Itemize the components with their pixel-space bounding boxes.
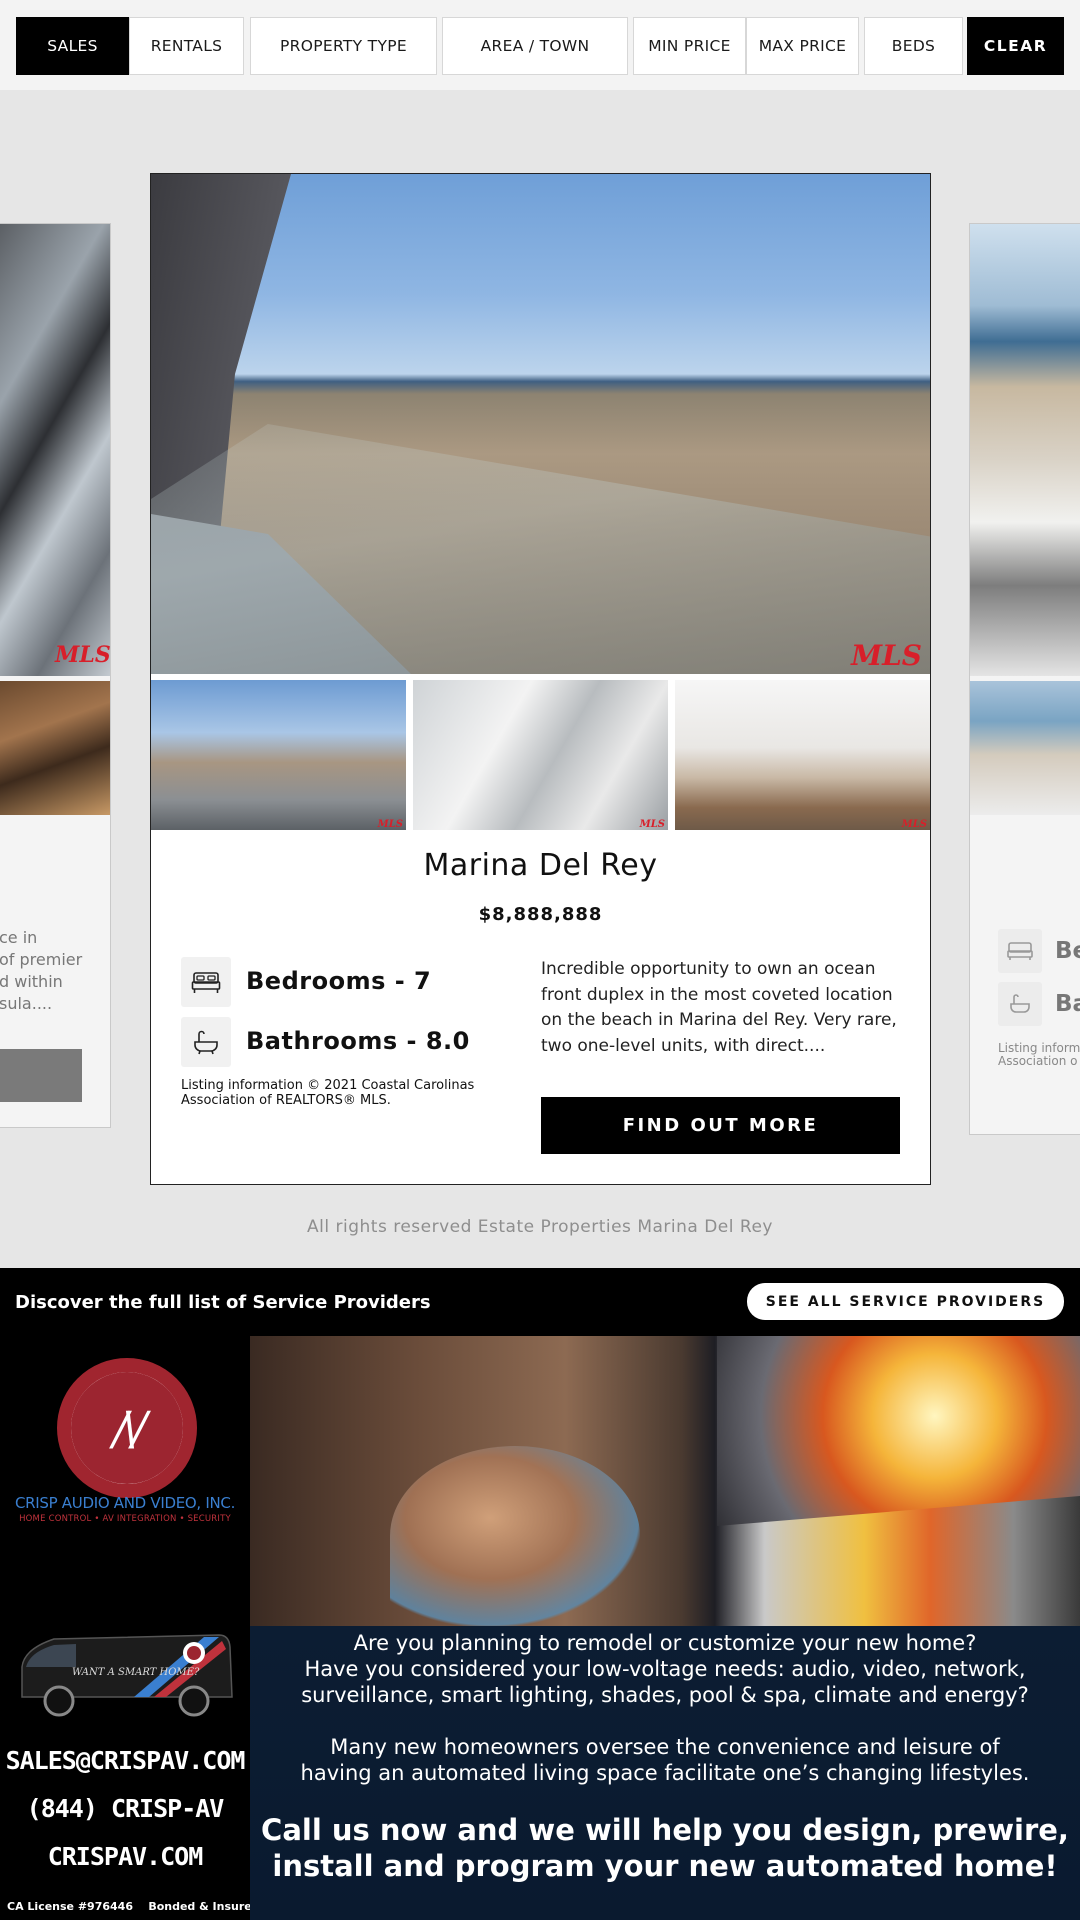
- previous-listing-description-line: d within: [0, 972, 63, 991]
- license-info: CA License #976446 Bonded & Insured: [7, 1900, 260, 1913]
- next-listing-disclaimer: Association o: [998, 1054, 1078, 1068]
- next-listing-thumbnail: [970, 681, 1080, 815]
- license-number: CA License #976446: [7, 1900, 133, 1913]
- filter-max-price-dropdown[interactable]: MAX PRICE: [746, 17, 859, 75]
- previous-listing-description-line: of premier: [0, 950, 83, 969]
- previous-listing-photo: [0, 224, 110, 676]
- bathtub-icon: [998, 982, 1042, 1026]
- listing-card: MLS MLS MLS MLS Marina Del Rey $8,888,88…: [150, 173, 931, 1185]
- previous-listing-card[interactable]: MLS ce in of premier d within sula....: [0, 223, 111, 1128]
- listing-disclaimer: Listing information © 2021 Coastal Carol…: [181, 1078, 475, 1108]
- ad-family-photo: [390, 1446, 640, 1626]
- mls-watermark: MLS: [639, 819, 665, 830]
- mls-watermark: MLS: [55, 642, 111, 668]
- bed-icon: [998, 929, 1042, 973]
- filter-bar: SALES RENTALS PROPERTY TYPE AREA / TOWN …: [0, 0, 1080, 90]
- listing-title: Marina Del Rey: [423, 848, 658, 883]
- company-name: CRISP AUDIO AND VIDEO, INC.: [14, 1494, 236, 1512]
- service-providers-text: Discover the full list of Service Provid…: [15, 1292, 431, 1313]
- ad-copy-line: Are you planning to remodel or customize…: [353, 1631, 977, 1655]
- listing-description: Incredible opportunity to own an ocean f…: [541, 959, 897, 1056]
- service-providers-bar: Discover the full list of Service Provid…: [0, 1268, 1080, 1336]
- listing-price: $8,888,888: [478, 904, 603, 925]
- find-out-more-button[interactable]: FIND OUT MORE: [541, 1097, 900, 1154]
- see-all-service-providers-button[interactable]: SEE ALL SERVICE PROVIDERS: [747, 1283, 1064, 1320]
- contact-website[interactable]: CRISPAV.COM: [0, 1842, 250, 1871]
- next-listing-bathrooms: Ba: [1055, 991, 1080, 1017]
- contact-phone[interactable]: (844) CRISP-AV: [0, 1794, 250, 1823]
- filter-property-type-dropdown[interactable]: PROPERTY TYPE: [250, 17, 437, 75]
- filter-area-town-dropdown[interactable]: AREA / TOWN: [442, 17, 628, 75]
- listing-bathrooms: Bathrooms - 8.0: [246, 1027, 470, 1055]
- previous-listing-description-line: sula....: [0, 994, 53, 1013]
- van-icon: WANT A SMART HOME?: [21, 1634, 233, 1717]
- mls-watermark: MLS: [377, 819, 403, 830]
- filter-rentals-button[interactable]: RENTALS: [129, 17, 244, 75]
- ad-copy-line: Many new homeowners oversee the convenie…: [330, 1735, 1000, 1759]
- copyright-text: All rights reserved Estate Properties Ma…: [307, 1217, 773, 1237]
- filter-beds-dropdown[interactable]: BEDS: [864, 17, 963, 75]
- listing-hero-photo[interactable]: MLS: [151, 174, 930, 674]
- mls-watermark: MLS: [901, 819, 927, 830]
- next-listing-card[interactable]: Be Ba Listing inform Association o: [969, 223, 1080, 1135]
- bonded-insured: Bonded & Insured: [148, 1900, 260, 1913]
- next-listing-disclaimer: Listing inform: [998, 1041, 1080, 1055]
- listing-thumbnail[interactable]: MLS: [675, 680, 930, 830]
- photo-glass-railing: [151, 424, 930, 674]
- mls-watermark: MLS: [851, 639, 922, 672]
- ad-copy-line: surveillance, smart lighting, shades, po…: [301, 1683, 1029, 1707]
- next-listing-photo: [970, 224, 1080, 676]
- previous-listing-button[interactable]: [0, 1049, 82, 1102]
- crisp-av-logo-mark: /\/: [71, 1372, 183, 1484]
- crisp-av-advertisement[interactable]: /\/ CRISP AUDIO AND VIDEO, INC. HOME CON…: [0, 1336, 1080, 1920]
- next-listing-bedrooms: Be: [1055, 938, 1080, 964]
- previous-listing-description-line: ce in: [0, 928, 38, 947]
- bed-icon: [181, 957, 231, 1007]
- filter-min-price-dropdown[interactable]: MIN PRICE: [633, 17, 746, 75]
- listing-bedrooms: Bedrooms - 7: [246, 967, 432, 995]
- van-slogan: WANT A SMART HOME?: [72, 1667, 200, 1678]
- filter-sales-button[interactable]: SALES: [16, 17, 129, 75]
- company-tagline: HOME CONTROL • AV INTEGRATION • SECURITY: [19, 1514, 231, 1524]
- contact-email[interactable]: SALES@CRISPAV.COM: [0, 1746, 250, 1775]
- listing-thumbnail[interactable]: MLS: [413, 680, 668, 830]
- filter-clear-button[interactable]: CLEAR: [967, 17, 1064, 75]
- ad-copy-line: having an automated living space facilit…: [300, 1761, 1030, 1785]
- previous-listing-thumbnail: [0, 681, 110, 815]
- ad-brand-panel: /\/ CRISP AUDIO AND VIDEO, INC. HOME CON…: [0, 1336, 260, 1920]
- ad-headline: Call us now and we will help you design,…: [261, 1813, 1069, 1847]
- listing-thumbnail[interactable]: MLS: [151, 680, 406, 830]
- ad-copy-line: Have you considered your low-voltage nee…: [304, 1657, 1026, 1681]
- bathtub-icon: [181, 1017, 231, 1067]
- ad-headline: install and program your new automated h…: [272, 1849, 1058, 1883]
